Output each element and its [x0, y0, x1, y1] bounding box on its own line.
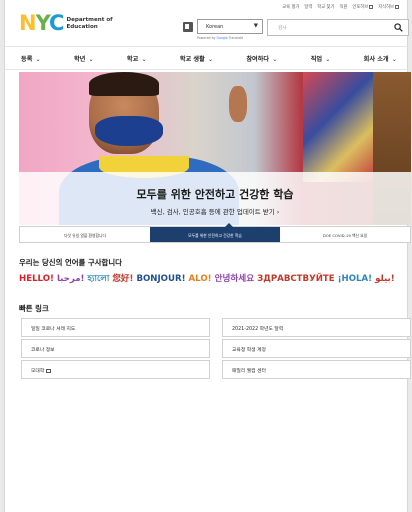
quick-link-student-account[interactable]: 교육청 학생 계정 [222, 339, 411, 358]
search-input[interactable]: 검사 [267, 19, 409, 36]
nav-item-get-involved[interactable]: 참여하다 ⌄ [246, 54, 277, 63]
nav-item-grades[interactable]: 학년 ⌄ [74, 54, 94, 63]
greeting-word: হ্যালো [87, 274, 110, 284]
powered-by-translate: Powered by Google Translate [197, 36, 244, 40]
quick-link-school-calendar[interactable]: 2021-2022 학년도 달력 [222, 318, 411, 337]
chevron-down-icon: ⌄ [207, 55, 214, 63]
hero-title: 모두를 위한 안전하고 건강한 학습 [136, 188, 294, 201]
external-link-icon [395, 4, 399, 9]
utility-link-infohub[interactable]: 인포허브 [352, 4, 374, 10]
greeting-word: مرحبا! [56, 274, 85, 284]
quick-link-covid-map[interactable]: 일일 코로나 셔레 지도 [21, 318, 210, 337]
translate-icon [183, 22, 193, 32]
chevron-down-icon: ⌄ [272, 55, 278, 63]
search-placeholder: 검사 [278, 26, 287, 31]
greeting-word: ЗДРАВСТВУЙТЕ [257, 274, 335, 284]
carousel-tab-covid-vaccine[interactable]: DOE COVID-19 백신 요일 [280, 227, 410, 242]
quick-link-covid-info[interactable]: 코로나 정보 [21, 339, 210, 358]
nav-item-school-life[interactable]: 학교 생활 ⌄ [180, 54, 213, 63]
page: 교육 평가 달력 학교 찾기 직원 인포허브 지식허브 NYC Departme… [4, 0, 411, 512]
hero-subtitle-link[interactable]: 백신, 검사, 인공호흡 등에 관한 업데이트 받기 › [5, 206, 412, 216]
external-link-icon [46, 368, 51, 373]
quick-link-university[interactable]: 모대학 [21, 360, 210, 379]
carousel-tabs: 다섯 유일 얼을 환영합니다 모두를 위한 안전하고 건강한 학습 DOE CO… [19, 223, 411, 243]
main-nav: 등록 ⌄ 학년 ⌄ 학교 ⌄ 학교 생활 ⌄ 참여하다 ⌄ 직업 ⌄ 회사 소개… [5, 46, 409, 70]
external-link-icon [369, 4, 374, 9]
chevron-down-icon: ▼ [253, 23, 258, 29]
languages-heading: 우리는 당신의 언어를 구사합니다 [19, 258, 122, 267]
search-icon[interactable] [394, 23, 403, 32]
hero-image [19, 72, 411, 225]
greeting-word: ¡HOLA! [337, 274, 373, 284]
utility-link-staff[interactable]: 직원 [339, 4, 347, 10]
greeting-word: 안녕하세요 [214, 274, 255, 284]
utility-link-calendar[interactable]: 달력 [304, 4, 312, 10]
greeting-word: 您好! [112, 274, 134, 284]
nyc-doe-logo[interactable]: NYC Department of Education [19, 13, 113, 34]
chevron-down-icon: ⌄ [88, 55, 94, 63]
nav-item-schools[interactable]: 학교 ⌄ [127, 54, 147, 63]
quick-links-heading: 빠른 링크 [19, 304, 49, 313]
greeting-word: HELLO! [19, 274, 54, 284]
chevron-right-icon: › [276, 208, 280, 216]
logo-text: Department of Education [66, 17, 113, 30]
utility-link-find-school[interactable]: 학교 찾기 [317, 4, 334, 10]
greetings-banner: HELLO! مرحبا! হ্যালো 您好! BONJOUR! ALO! 안녕하세요 ЗД… [19, 275, 411, 284]
greeting-word: BONJOUR! [136, 274, 186, 284]
nav-item-careers[interactable]: 직업 ⌄ [311, 54, 331, 63]
language-select[interactable]: Korean ▼ [197, 19, 263, 34]
utility-link-knowledgehub[interactable]: 지식허브 [378, 4, 399, 10]
quick-link-family-welcome[interactable]: 패밀리 웰컴 센터 [222, 360, 411, 379]
chevron-down-icon: ⌄ [35, 55, 41, 63]
nav-item-about[interactable]: 회사 소개 ⌄ [364, 54, 397, 63]
utility-bar: 교육 평가 달력 학교 찾기 직원 인포허브 지식허브 [282, 4, 399, 10]
logo-mark: NYC [19, 11, 64, 35]
utility-link-assessment[interactable]: 교육 평가 [282, 4, 299, 10]
chevron-down-icon: ⌄ [141, 55, 147, 63]
nav-item-enroll[interactable]: 등록 ⌄ [21, 54, 41, 63]
greeting-word: ALO! [188, 274, 212, 284]
greeting-word: بيلو! [375, 274, 395, 284]
chevron-down-icon: ⌄ [391, 55, 397, 63]
carousel-tab-safe-learning[interactable]: 모두를 위한 안전하고 건강한 학습 [150, 227, 280, 242]
carousel-tab-welcome[interactable]: 다섯 유일 얼을 환영합니다 [20, 227, 150, 242]
chevron-down-icon: ⌄ [325, 55, 331, 63]
